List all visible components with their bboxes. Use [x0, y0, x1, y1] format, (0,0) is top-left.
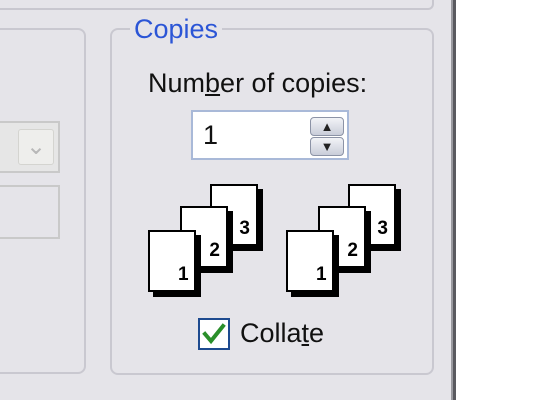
upper-groupbox-edge: [0, 0, 434, 10]
page-1-icon: 1: [286, 230, 334, 292]
spin-up-icon[interactable]: ▲: [310, 117, 344, 136]
number-of-copies-spinner[interactable]: 1 ▲ ▼: [191, 110, 349, 160]
collated-pages-icon: 3 2 1: [146, 180, 276, 300]
collated-pages-icon: 3 2 1: [284, 180, 414, 300]
collate-checkbox[interactable]: [198, 318, 230, 350]
collate-label[interactable]: Collate: [240, 318, 324, 349]
number-of-copies-label: Number of copies:: [148, 68, 368, 98]
number-of-copies-value[interactable]: 1: [203, 120, 218, 151]
spin-down-icon[interactable]: ▼: [310, 137, 344, 156]
left-text-field[interactable]: [0, 185, 60, 239]
left-combo-box[interactable]: ⌄: [0, 121, 60, 173]
dialog-border: [453, 0, 456, 400]
print-dialog: ⌄ Copies Number of copies: 1 ▲ ▼ 3 2 1 3…: [0, 0, 451, 400]
checkmark-icon: [202, 323, 226, 345]
chevron-down-icon[interactable]: ⌄: [18, 129, 54, 165]
page-1-icon: 1: [148, 230, 196, 292]
copies-group-title: Copies: [130, 14, 223, 45]
